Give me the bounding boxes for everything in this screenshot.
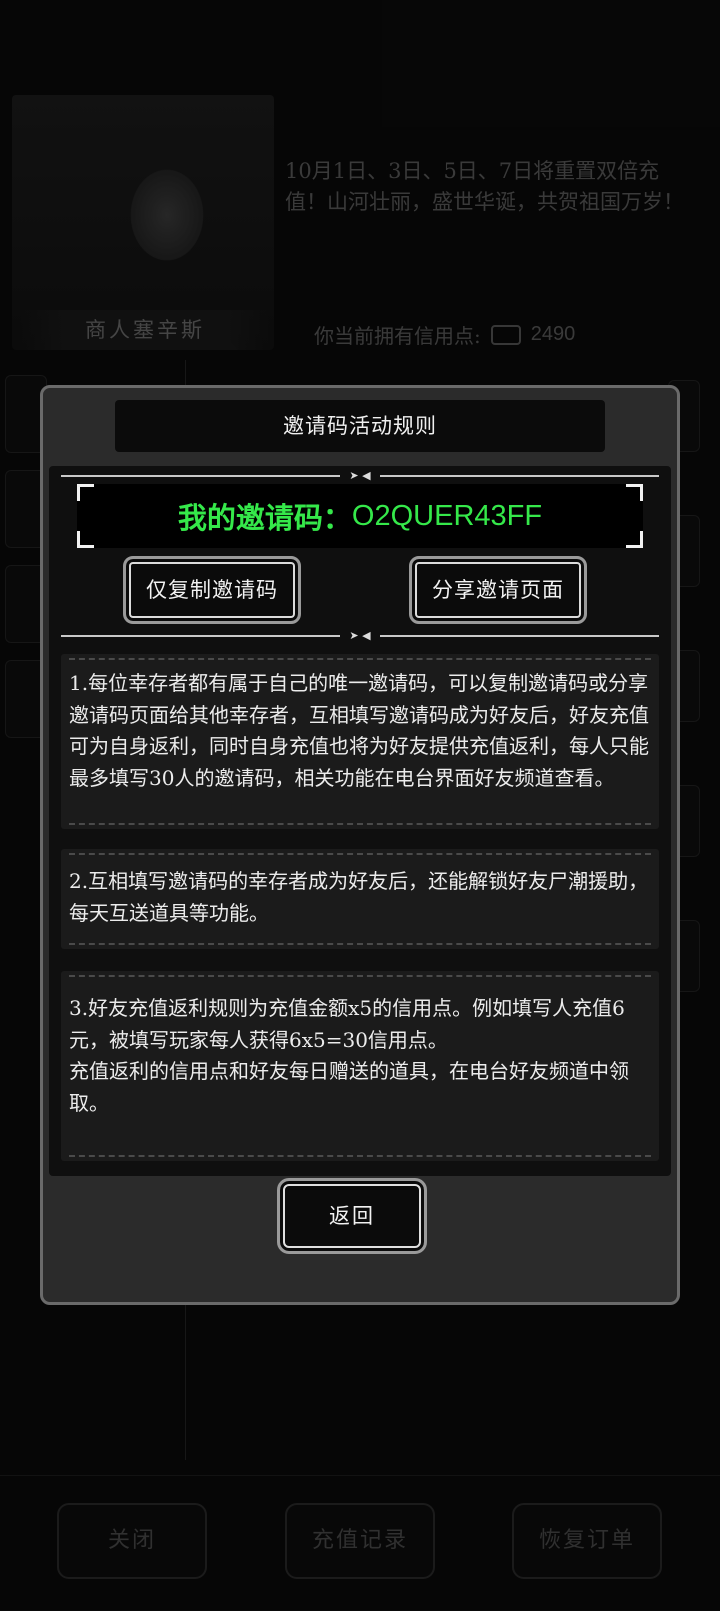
rule-text-3: 3.好友充值返利规则为充值金额x5的信用点。例如填写人充值6元，被填写玩家每人获… bbox=[69, 996, 625, 1052]
invite-rules-dialog: 邀请码活动规则 ➤ ◀ 我的邀请码： O2QUER43FF 仅复制邀请码 分享邀… bbox=[40, 385, 680, 1305]
share-invite-page-button[interactable]: 分享邀请页面 bbox=[409, 556, 587, 624]
dashed-separator bbox=[69, 658, 651, 660]
dashed-separator bbox=[69, 853, 651, 855]
rule-text-3-note: 充值返利的信用点和好友每日赠送的道具，在电台好友频道中领取。 bbox=[69, 1059, 629, 1115]
invite-code-box: 我的邀请码： O2QUER43FF bbox=[77, 484, 643, 548]
dialog-body: ➤ ◀ 我的邀请码： O2QUER43FF 仅复制邀请码 分享邀请页面 ➤ ◀ … bbox=[49, 466, 671, 1176]
divider-arrows-icon: ➤ ◀ bbox=[340, 630, 380, 642]
back-button[interactable]: 返回 bbox=[277, 1178, 427, 1254]
dashed-separator bbox=[69, 1155, 651, 1157]
invite-code-label: 我的邀请码： bbox=[177, 501, 352, 535]
rule-card-2: 2.互相填写邀请码的幸存者成为好友后，还能解锁好友尸潮援助，每天互送道具等功能。 bbox=[61, 849, 659, 949]
invite-code-display: 我的邀请码： O2QUER43FF bbox=[77, 484, 643, 548]
dashed-separator bbox=[69, 943, 651, 945]
divider-arrows-icon: ➤ ◀ bbox=[340, 470, 380, 482]
dashed-separator bbox=[69, 975, 651, 977]
rule-text-1: 1.每位幸存者都有属于自己的唯一邀请码，可以复制邀请码或分享邀请码页面给其他幸存… bbox=[69, 671, 649, 790]
rule-card-3: 3.好友充值返利规则为充值金额x5的信用点。例如填写人充值6元，被填写玩家每人获… bbox=[61, 971, 659, 1161]
copy-invite-code-button[interactable]: 仅复制邀请码 bbox=[123, 556, 301, 624]
rule-card-1: 1.每位幸存者都有属于自己的唯一邀请码，可以复制邀请码或分享邀请码页面给其他幸存… bbox=[61, 654, 659, 829]
invite-code-value: O2QUER43FF bbox=[351, 499, 543, 532]
dashed-separator bbox=[69, 823, 651, 825]
rule-text-2: 2.互相填写邀请码的幸存者成为好友后，还能解锁好友尸潮援助，每天互送道具等功能。 bbox=[69, 869, 649, 925]
dialog-title: 邀请码活动规则 bbox=[115, 400, 605, 452]
